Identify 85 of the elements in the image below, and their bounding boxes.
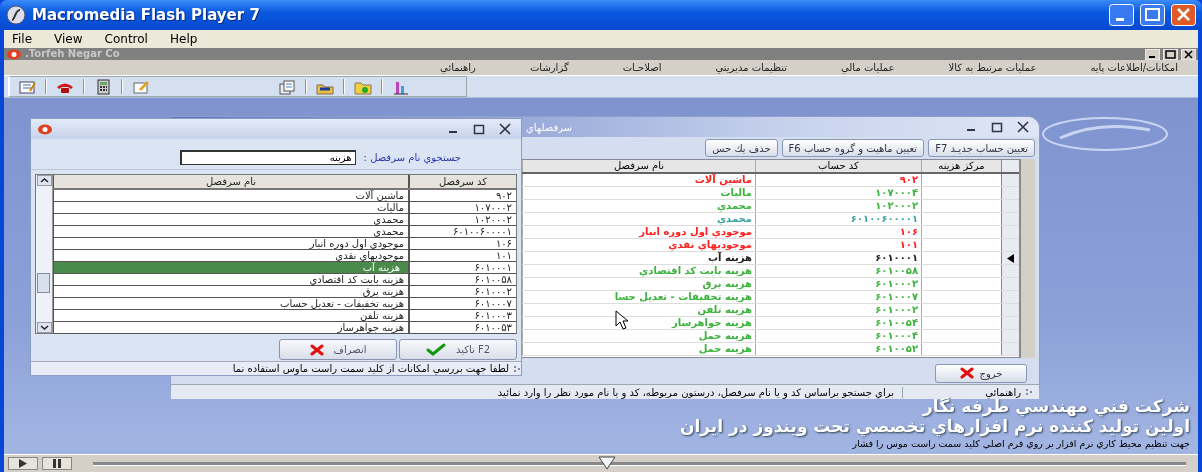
status-text: لطفا جهت بررسي امكانات از كليد سمت راست ماوس استفاده نما <box>232 363 509 374</box>
table-cell[interactable]: هزينه آب <box>53 262 408 273</box>
scrollbar[interactable] <box>36 175 53 333</box>
x-icon <box>309 343 324 356</box>
scrollbar[interactable] <box>1020 159 1035 358</box>
scroll-thumb[interactable] <box>37 273 50 293</box>
table-cell: ۶۰۱۰۰۶۰۰۰۰۱ <box>755 213 921 225</box>
table-cell: ۱۰۷۰۰۰۴ <box>755 187 921 199</box>
hint-text: جهت تنظيم محيط كاري نرم افزار بر روي فرم اصلي كليد سمت راست موس را فشار <box>852 438 1190 449</box>
document-pencil-icon[interactable] <box>132 78 150 95</box>
status-text: براي جستجو براساس كد و يا نام سرفصل، درستون مربوطه، كد و يا نام مورد نظر را وارد نمائيد <box>497 386 895 398</box>
table-cell: ۶۰۱۰۰۵۸ <box>408 274 516 285</box>
table-cell: ۱۰۷۰۰۰۲ <box>408 202 516 213</box>
scroll-down-icon[interactable] <box>37 322 52 333</box>
toolbar-button[interactable]: حذف يك حس <box>705 139 778 157</box>
window-title: سرفصلهاي <box>526 121 574 133</box>
menu-item[interactable]: Help <box>169 32 198 46</box>
play-icon <box>18 459 28 468</box>
pause-button[interactable] <box>42 457 72 470</box>
seek-thumb[interactable] <box>597 456 616 470</box>
table-cell: ۶۰۱۰۰۰۲ <box>755 278 921 290</box>
table-cell: ۶۰۱۰۰۰۳ <box>408 310 516 321</box>
exit-button[interactable]: خروج <box>935 363 1027 383</box>
table-cell: ۶۰۱۰۰۰۲ <box>755 304 921 316</box>
close-button[interactable] <box>499 123 511 135</box>
check-icon <box>425 343 446 356</box>
menu-item[interactable]: عمليات مالي <box>840 62 895 73</box>
menu-item[interactable]: اصلاحـات <box>622 62 662 73</box>
mouse-pointer-icon <box>615 310 629 330</box>
table-cell: ۱۰۲۰۰۰۲ <box>755 200 921 212</box>
table-cell: ۶۰۱۰۰۶۰۰۰۰۱ <box>408 226 516 237</box>
menu-item[interactable]: تنظيمات مديريتي <box>715 62 787 73</box>
current-row-icon <box>1007 253 1014 263</box>
status-label: راهنمائي <box>985 386 1021 398</box>
confirm-button[interactable]: F2 تاكيد <box>399 339 517 360</box>
menu-item[interactable]: View <box>54 32 83 46</box>
menu-item[interactable]: عمليات مرتبط به كالا <box>948 62 1037 73</box>
table-cell: ۶۰۱۰۰۰۴ <box>755 330 921 342</box>
banner-text: اولين توليد كننده نرم افزارهاي تخصصي تحت ويندوز در ايران <box>679 416 1190 436</box>
row-selector[interactable] <box>1001 252 1019 264</box>
column-header[interactable]: مركز هزينه <box>921 160 1001 172</box>
menu-item[interactable]: راهنمائي <box>440 62 476 73</box>
table-cell: ۹۰۲ <box>755 174 921 186</box>
menu-item[interactable]: File <box>12 32 33 46</box>
table-cell: ۱۰۲۰۰۰۲ <box>408 214 516 225</box>
menu-item[interactable]: امكانات/اطلاعات پايه <box>1090 62 1178 73</box>
maximize-button[interactable] <box>473 123 485 135</box>
close-button[interactable] <box>1017 121 1029 133</box>
toolbar-button[interactable]: تعيين ماهيت و گروه حساب F6 <box>781 139 925 157</box>
play-button[interactable] <box>8 457 38 470</box>
minimize-button[interactable] <box>1145 48 1160 60</box>
table-cell: ۶۰۱۰۰۰۷ <box>755 291 921 303</box>
search-label: جستجوي نام سرفصل : <box>363 151 461 163</box>
table-cell: ۹۰۲ <box>408 190 516 201</box>
menu-item[interactable]: Control <box>104 32 148 46</box>
pause-icon <box>53 459 61 468</box>
column-header[interactable]: كد حساب <box>755 160 921 172</box>
table-cell: ۶۰۱۰۰۰۱ <box>755 252 921 264</box>
scroll-up-icon[interactable] <box>37 175 52 186</box>
table-cell: ۱۰۱ <box>408 250 516 261</box>
table-cell: ۶۰۱۰۰۵۸ <box>755 265 921 277</box>
search-field[interactable]: هزينه <box>179 149 356 165</box>
table-cell: ۶۰۱۰۰۵۲ <box>755 343 921 355</box>
app-logo-icon <box>37 123 53 135</box>
column-header[interactable]: كد سرفصل <box>408 175 516 188</box>
table-cell: ۶۰۱۰۰۵۴ <box>755 317 921 329</box>
table-cell: ۶۰۱۰۰۵۳ <box>408 322 516 333</box>
toolbar-button[interactable]: تعيين حساب جديـد F7 <box>928 139 1035 157</box>
table-cell: ۶۰۱۰۰۰۲ <box>408 286 516 297</box>
flash-logo-icon <box>6 5 26 25</box>
calculator-icon[interactable] <box>94 78 112 95</box>
documents-icon[interactable] <box>278 78 296 95</box>
table-cell: ۶۰۱۰۰۰۷ <box>408 298 516 309</box>
maximize-button[interactable] <box>991 121 1003 133</box>
window-title: Macromedia Flash Player 7 <box>32 6 261 24</box>
table-cell: ۱۰۶ <box>755 226 921 238</box>
grip-icon <box>1025 387 1033 397</box>
table-cell: ۱۰۱ <box>755 239 921 251</box>
table-cell: ۱۰۶ <box>408 238 516 249</box>
cancel-button[interactable]: انصراف <box>279 339 397 360</box>
document-title: .Torfeh Negar Co <box>25 48 121 60</box>
grip-icon <box>513 363 521 374</box>
notepad-icon[interactable] <box>18 78 36 95</box>
menu-item[interactable]: گزارشات <box>529 62 569 73</box>
x-icon <box>959 367 974 379</box>
